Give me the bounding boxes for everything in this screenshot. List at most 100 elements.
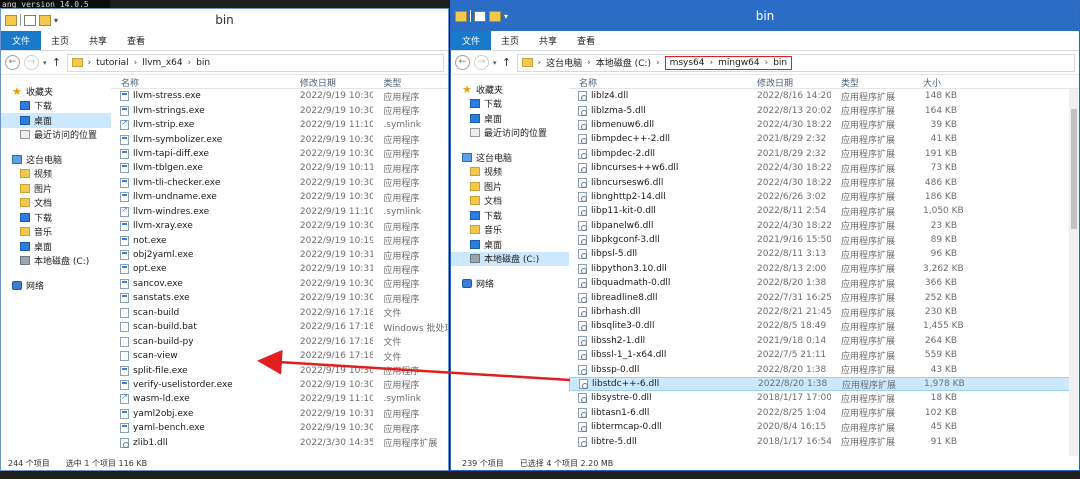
file-row[interactable]: libnghttp2-14.dll 2022/6/26 3:02 应用程序扩展 186… [569, 190, 1079, 204]
nav-this-pc[interactable]: 这台电脑 [1, 152, 111, 167]
file-row[interactable]: librhash.dll 2022/8/21 21:45 应用程序扩展 230 KB [569, 305, 1079, 319]
scrollbar-thumb[interactable] [1071, 109, 1077, 229]
tab-file[interactable]: 文件 [451, 31, 492, 50]
address-bar[interactable]: › 这台电脑 › 本地磁盘 (C:) › msys64 › mingw64 › … [516, 53, 1075, 72]
nav-recent-places[interactable]: 最近访问的位置 [451, 126, 569, 141]
recent-locations-icon[interactable]: ▾ [493, 59, 497, 67]
file-row[interactable]: libpython3.10.dll 2022/8/13 2:00 应用程序扩展 3,2… [569, 262, 1079, 276]
tab-share[interactable]: 共享 [529, 31, 567, 50]
file-row[interactable]: libtermcap-0.dll 2020/8/4 16:15 应用程序扩展 45 K… [569, 420, 1079, 434]
column-header-date[interactable]: 修改日期 [290, 76, 374, 89]
nav-music[interactable]: 音乐 [1, 225, 111, 240]
file-row[interactable]: scan-build 2022/9/16 17:18 文件 [111, 306, 448, 320]
nav-pictures[interactable]: 图片 [451, 179, 569, 194]
nav-network[interactable]: 网络 [1, 278, 111, 293]
up-icon[interactable]: ↑ [501, 56, 513, 69]
file-row[interactable]: libssh2-1.dll 2021/9/18 0:14 应用程序扩展 264 KB [569, 334, 1079, 348]
chevron-right-icon[interactable]: › [710, 58, 714, 68]
file-row[interactable]: scan-build.bat 2022/9/16 17:18 Windows 批处理 [111, 320, 448, 334]
file-row[interactable]: libpsl-5.dll 2022/8/11 3:13 应用程序扩展 96 KB [569, 247, 1079, 261]
forward-icon[interactable]: → [24, 55, 39, 70]
file-row[interactable]: llvm-windres.exe 2022/9/19 11:10 .symlink [111, 205, 448, 219]
file-row[interactable]: sanstats.exe 2022/9/19 10:30 应用程序 [111, 291, 448, 305]
back-icon[interactable]: ← [455, 55, 470, 70]
file-row[interactable]: llvm-strings.exe 2022/9/19 10:30 应用程序 [111, 103, 448, 117]
file-row[interactable]: libsqlite3-0.dll 2022/8/5 18:49 应用程序扩展 1,45… [569, 319, 1079, 333]
column-header-type[interactable]: 类型 [831, 76, 913, 89]
vertical-scrollbar[interactable] [1069, 89, 1079, 456]
recent-locations-icon[interactable]: ▾ [43, 59, 47, 67]
file-row[interactable]: llvm-xray.exe 2022/9/19 10:30 应用程序 [111, 219, 448, 233]
file-row[interactable]: llvm-symbolizer.exe 2022/9/19 10:30 应用程序 [111, 132, 448, 146]
nav-desktop[interactable]: 桌面 [1, 113, 111, 128]
breadcrumb-item[interactable]: 这台电脑 [546, 56, 582, 69]
up-icon[interactable]: ↑ [51, 56, 63, 69]
file-row[interactable]: scan-view 2022/9/16 17:18 文件 [111, 349, 448, 363]
nav-music[interactable]: 音乐 [451, 223, 569, 238]
chevron-right-icon[interactable]: › [134, 58, 138, 68]
file-row[interactable]: opt.exe 2022/9/19 10:31 应用程序 [111, 262, 448, 276]
nav-desktop[interactable]: 桌面 [451, 111, 569, 126]
nav-desktop[interactable]: 桌面 [451, 237, 569, 252]
file-row[interactable]: llvm-strip.exe 2022/9/19 11:10 .symlink [111, 118, 448, 132]
breadcrumb-item[interactable]: tutorial [96, 58, 128, 68]
file-row[interactable]: liblzma-5.dll 2022/8/13 20:02 应用程序扩展 164 KB [569, 103, 1079, 117]
tab-view[interactable]: 查看 [567, 31, 605, 50]
tab-file[interactable]: 文件 [1, 31, 42, 50]
nav-favorites[interactable]: ★ 收藏夹 [1, 84, 111, 99]
chevron-right-icon[interactable]: › [88, 58, 92, 68]
file-row[interactable]: yaml2obj.exe 2022/9/19 10:31 应用程序 [111, 407, 448, 421]
breadcrumb-item[interactable]: bin [196, 58, 210, 68]
nav-downloads[interactable]: 下载 [1, 210, 111, 225]
nav-documents[interactable]: 文档 [1, 196, 111, 211]
column-header-type[interactable]: 类型 [373, 76, 448, 89]
file-row[interactable]: libncursesw6.dll 2022/4/30 18:22 应用程序扩展 486… [569, 175, 1079, 189]
file-row[interactable]: libquadmath-0.dll 2022/8/20 1:38 应用程序扩展 366… [569, 276, 1079, 290]
nav-favorites[interactable]: ★ 收藏夹 [451, 82, 569, 97]
file-row[interactable]: libmpdec-2.dll 2021/8/29 2:32 应用程序扩展 191 KB [569, 147, 1079, 161]
nav-local-disk[interactable]: 本地磁盘 (C:) [451, 251, 569, 266]
nav-recent-places[interactable]: 最近访问的位置 [1, 128, 111, 143]
file-row[interactable]: yaml-bench.exe 2022/9/19 10:30 应用程序 [111, 421, 448, 435]
nav-this-pc[interactable]: 这台电脑 [451, 150, 569, 165]
back-icon[interactable]: ← [5, 55, 20, 70]
nav-pictures[interactable]: 图片 [1, 181, 111, 196]
chevron-right-icon[interactable]: › [765, 58, 769, 68]
file-row[interactable]: llvm-stress.exe 2022/9/19 10:30 应用程序 [111, 89, 448, 103]
nav-downloads[interactable]: 下载 [451, 208, 569, 223]
nav-downloads[interactable]: 下载 [1, 99, 111, 114]
file-row[interactable]: libpanelw6.dll 2022/4/30 18:22 应用程序扩展 23 KB [569, 219, 1079, 233]
nav-videos[interactable]: 视频 [451, 165, 569, 180]
file-row[interactable]: libncurses++w6.dll 2022/4/30 18:22 应用程序扩展 7… [569, 161, 1079, 175]
file-row[interactable]: scan-build-py 2022/9/16 17:18 文件 [111, 334, 448, 348]
file-row[interactable]: sancov.exe 2022/9/19 10:30 应用程序 [111, 277, 448, 291]
nav-videos[interactable]: 视频 [1, 167, 111, 182]
tab-view[interactable]: 查看 [117, 31, 155, 50]
chevron-right-icon[interactable]: › [538, 58, 542, 68]
file-row[interactable]: libp11-kit-0.dll 2022/8/11 2:54 应用程序扩展 1,05… [569, 204, 1079, 218]
nav-local-disk[interactable]: 本地磁盘 (C:) [1, 254, 111, 269]
column-header-size[interactable]: 大小 [913, 76, 973, 89]
breadcrumb-item[interactable]: bin [773, 58, 787, 68]
file-row[interactable]: llvm-undname.exe 2022/9/19 10:30 应用程序 [111, 190, 448, 204]
file-row[interactable]: libsystre-0.dll 2018/1/17 17:00 应用程序扩展 18 K… [569, 391, 1079, 405]
file-row[interactable]: libssp-0.dll 2022/8/20 1:38 应用程序扩展 43 KB [569, 362, 1079, 376]
file-row[interactable]: llvm-tapi-diff.exe 2022/9/19 10:30 应用程序 [111, 147, 448, 161]
file-row[interactable]: libssl-1_1-x64.dll 2022/7/5 21:11 应用程序扩展 55… [569, 348, 1079, 362]
file-row[interactable]: not.exe 2022/9/19 10:19 应用程序 [111, 233, 448, 247]
file-row[interactable]: libmpdec++-2.dll 2021/8/29 2:32 应用程序扩展 41 K… [569, 132, 1079, 146]
column-header-name[interactable]: 名称 [569, 76, 747, 89]
file-row[interactable]: llvm-tblgen.exe 2022/9/19 10:11 应用程序 [111, 161, 448, 175]
file-row[interactable]: libreadline8.dll 2022/7/31 16:25 应用程序扩展 252… [569, 290, 1079, 304]
nav-network[interactable]: 网络 [451, 276, 569, 291]
breadcrumb-item[interactable]: mingw64 [718, 58, 760, 68]
chevron-right-icon[interactable]: › [587, 58, 591, 68]
nav-documents[interactable]: 文档 [451, 194, 569, 209]
file-row[interactable]: libpkgconf-3.dll 2021/9/16 15:50 应用程序扩展 89 … [569, 233, 1079, 247]
tab-home[interactable]: 主页 [41, 31, 79, 50]
nav-downloads[interactable]: 下载 [451, 97, 569, 112]
address-bar[interactable]: › tutorial › llvm_x64 › bin [66, 53, 444, 72]
file-row[interactable]: libmenuw6.dll 2022/4/30 18:22 应用程序扩展 39 KB [569, 118, 1079, 132]
tab-share[interactable]: 共享 [79, 31, 117, 50]
nav-desktop[interactable]: 桌面 [1, 239, 111, 254]
